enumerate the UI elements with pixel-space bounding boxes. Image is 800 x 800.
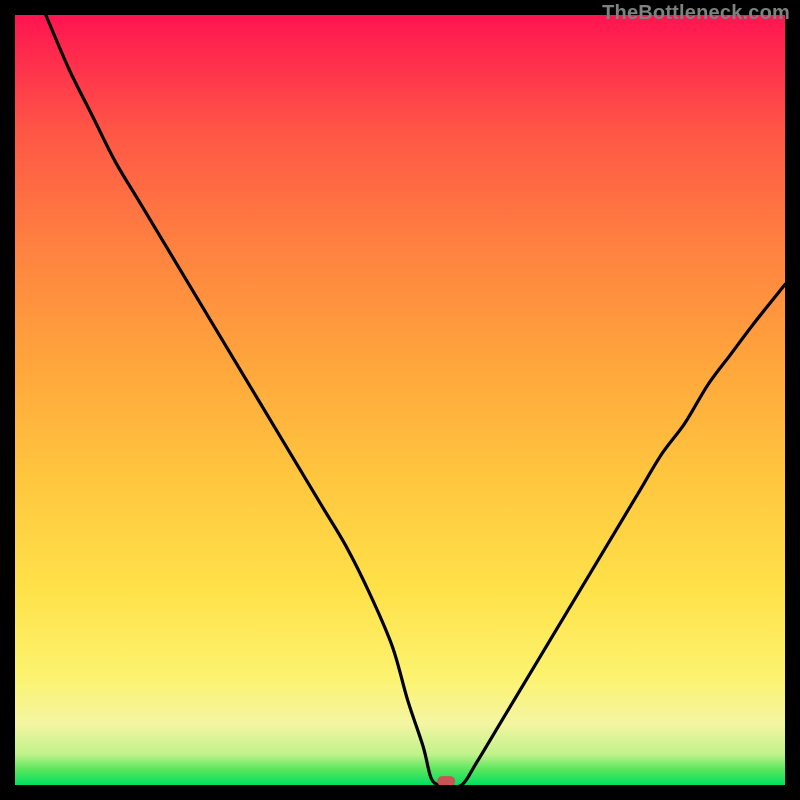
attribution-label: TheBottleneck.com — [602, 2, 790, 25]
optimal-marker — [437, 776, 455, 785]
bottleneck-chart — [15, 15, 785, 785]
chart-container: { "attribution": "TheBottleneck.com", "c… — [0, 0, 800, 800]
